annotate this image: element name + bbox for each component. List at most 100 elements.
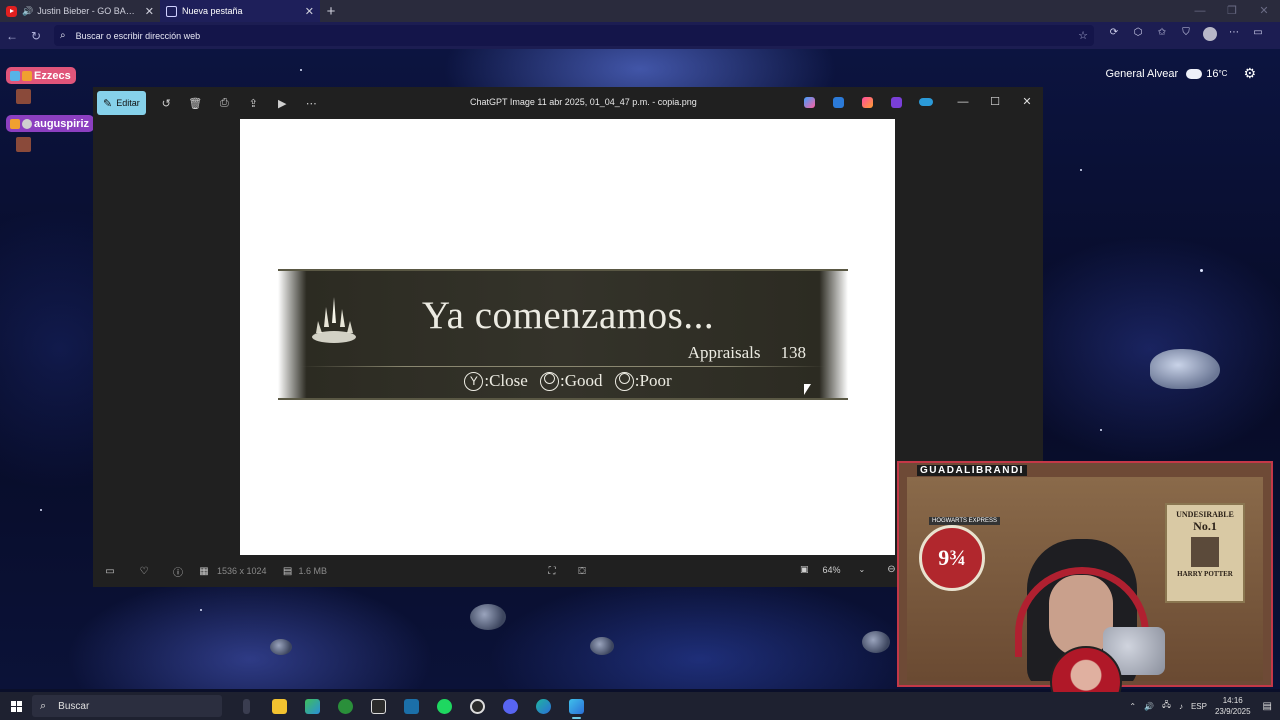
weather-unit: °C <box>1218 69 1228 78</box>
share-icon[interactable]: ⇪ <box>239 97 268 110</box>
image-canvas: Ya comenzamos... Appraisals 138 Y:Close :… <box>240 119 895 555</box>
taskbar-search-label: Buscar <box>58 700 90 712</box>
chat-username: Ezzecs <box>34 69 71 82</box>
discord-icon[interactable] <box>494 692 527 720</box>
edge-icon[interactable] <box>527 692 560 720</box>
good-prompt-label: :Good <box>560 371 603 390</box>
taskbar: ⌕ Buscar ⌃ 🔊 🖧 ♪ ESP 14:16 23/9/2025 ▤ <box>0 692 1280 720</box>
edit-button[interactable]: ✎ Editar <box>97 91 146 115</box>
chat-emote <box>16 137 31 152</box>
tab-youtube[interactable]: 🔊 Justin Bieber - GO BABY (Au ✕ <box>0 0 160 22</box>
spotify-icon[interactable] <box>428 692 461 720</box>
close-tab-icon[interactable]: ✕ <box>145 5 154 18</box>
divider <box>300 366 826 367</box>
fit-icon[interactable]: ⛶ <box>535 566 569 577</box>
appraisals-label: Appraisals <box>687 343 761 362</box>
hogwarts-express-sign: HOGWARTS EXPRESS <box>929 517 1001 525</box>
steam-icon[interactable] <box>395 692 428 720</box>
sidebar-icon[interactable]: ▭ <box>1246 27 1270 44</box>
ring-button-icon <box>540 372 560 391</box>
store-icon[interactable] <box>296 692 329 720</box>
platform-poster: 9¾ <box>919 525 985 591</box>
minimize-icon[interactable]: — <box>1184 0 1216 22</box>
slideshow-icon[interactable]: ▶ <box>268 97 297 110</box>
close-icon[interactable]: ✕ <box>1248 0 1280 22</box>
delete-icon[interactable]: 🗑 <box>181 97 210 110</box>
copilot-icon[interactable] <box>795 95 824 109</box>
fit-window-icon[interactable]: ▣ <box>800 564 809 575</box>
appraisals-value: 138 <box>780 343 807 362</box>
chevron-up-icon[interactable]: ⌃ <box>1129 702 1136 711</box>
start-button[interactable] <box>0 700 32 712</box>
close-icon[interactable]: ✕ <box>1011 87 1043 119</box>
shield-icon[interactable]: ⛉ <box>1174 27 1198 44</box>
weather-widget[interactable]: General Alvear 16 °C ⚙ <box>1105 65 1256 82</box>
designer-icon[interactable] <box>824 95 853 109</box>
more-icon[interactable]: ⋯ <box>1222 27 1246 44</box>
speaker-icon[interactable]: 🔊 <box>22 6 33 17</box>
clock-date: 23/9/2025 <box>1214 707 1251 716</box>
maximize-icon[interactable]: ❐ <box>1216 0 1248 22</box>
back-icon[interactable]: ← <box>0 29 24 43</box>
more-options-icon[interactable]: ⋯ <box>297 97 326 110</box>
speaker-icon[interactable]: ♪ <box>1179 702 1183 711</box>
extensions-icon[interactable]: ⟳ <box>1102 27 1126 44</box>
volume-icon[interactable]: 🔊 <box>1144 702 1154 711</box>
gear-icon[interactable]: ⚙ <box>1243 65 1256 82</box>
system-tray: ⌃ 🔊 🖧 ♪ ESP 14:16 23/9/2025 ▤ <box>1129 692 1280 720</box>
chat-username: auguspiriz <box>34 117 90 130</box>
refresh-icon[interactable]: ↻ <box>24 29 48 43</box>
badge-icon <box>22 70 32 81</box>
favorite-star-icon[interactable]: ☆ <box>1078 29 1088 42</box>
taskbar-app-placeholder[interactable] <box>230 692 263 720</box>
notifications-icon[interactable]: ▤ <box>1263 701 1272 712</box>
weather-location: General Alvear <box>1105 67 1179 80</box>
tab-title: Nueva pestaña <box>182 6 243 16</box>
mouse-cursor-icon <box>804 384 811 395</box>
photos-window-controls: — ☐ ✕ <box>947 87 1043 119</box>
cloud-icon <box>1186 68 1203 79</box>
maximize-icon[interactable]: ☐ <box>979 87 1011 119</box>
close-prompt: Y:Close <box>464 371 532 391</box>
obs-icon[interactable] <box>461 692 494 720</box>
actual-size-icon[interactable]: ⛋ <box>565 566 599 577</box>
edit-label: Editar <box>116 98 140 108</box>
clipchamp-icon[interactable] <box>853 95 882 109</box>
address-placeholder: Buscar o escribir dirección web <box>75 30 201 41</box>
file-explorer-icon[interactable] <box>263 692 296 720</box>
taskbar-search[interactable]: ⌕ Buscar <box>32 695 222 717</box>
chevron-down-icon[interactable]: ⌄ <box>859 565 866 574</box>
heart-icon[interactable]: ♡ <box>127 566 161 577</box>
edit-icon: ✎ <box>103 97 113 110</box>
new-tab-button[interactable]: + <box>320 3 342 20</box>
close-prompt-label: :Close <box>484 371 528 390</box>
network-icon[interactable]: 🖧 <box>1162 699 1171 713</box>
search-icon: ⌕ <box>60 30 66 41</box>
info-icon[interactable]: ⓘ <box>161 564 195 579</box>
puzzle-icon[interactable]: ⬡ <box>1126 27 1150 44</box>
badge-icon <box>22 118 32 129</box>
poor-prompt-label: :Poor <box>634 371 672 390</box>
zoom-out-icon[interactable]: ⊖ <box>887 564 895 575</box>
epic-games-icon[interactable] <box>362 692 395 720</box>
language-indicator[interactable]: ESP <box>1191 702 1207 711</box>
xbox-icon[interactable] <box>329 692 362 720</box>
profile-icon[interactable] <box>1198 27 1222 44</box>
rotate-icon[interactable]: ↺ <box>152 97 181 110</box>
close-tab-icon[interactable]: ✕ <box>305 5 314 18</box>
weather-temp: 16 <box>1206 67 1219 80</box>
address-input[interactable]: ⌕ Buscar o escribir dirección web ☆ <box>54 25 1094 46</box>
wanted-poster: UNDESIRABLE No.1 HARRY POTTER <box>1165 503 1245 603</box>
favorites-icon[interactable]: ✩ <box>1150 27 1174 44</box>
tab-new-tab[interactable]: Nueva pestaña ✕ <box>160 0 320 22</box>
filmstrip-icon[interactable]: ▭ <box>93 566 127 577</box>
clipchamp-video-icon[interactable] <box>882 95 911 109</box>
zoom-level[interactable]: 64% <box>823 565 841 575</box>
appraisals-counter: Appraisals 138 <box>688 343 806 363</box>
onedrive-icon[interactable] <box>911 95 940 109</box>
tab-title: Justin Bieber - GO BABY (Au <box>37 6 139 16</box>
print-icon[interactable]: ⎙ <box>210 97 239 110</box>
clock[interactable]: 14:16 23/9/2025 <box>1215 695 1251 717</box>
minimize-icon[interactable]: — <box>947 87 979 119</box>
photos-app-icon[interactable] <box>560 692 593 720</box>
